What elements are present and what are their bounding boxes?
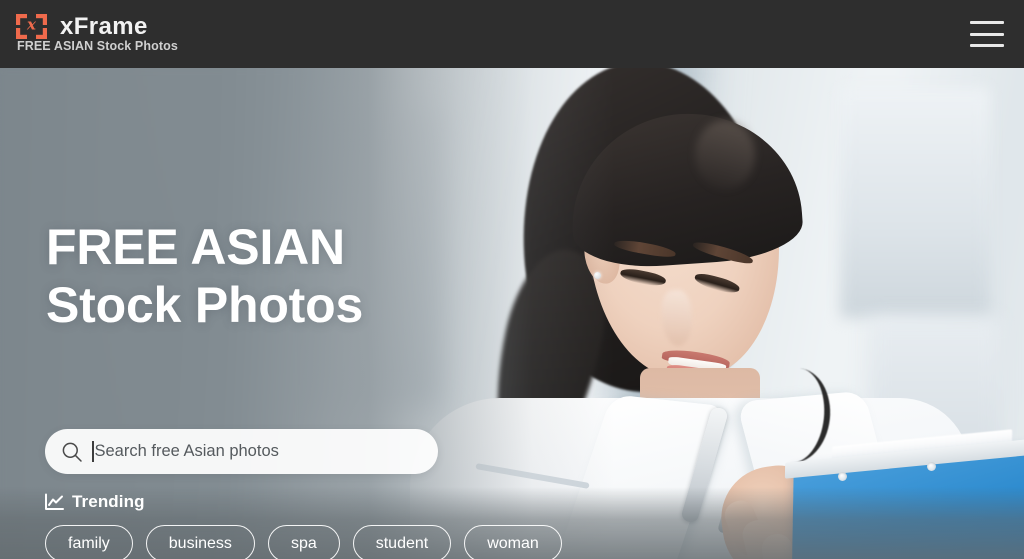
hero-content: FREE ASIAN Stock Photos Search free Asia… [0,68,1024,559]
brand-tagline: FREE ASIAN Stock Photos [17,39,178,54]
brand-name: xFrame [60,12,148,40]
page-title: FREE ASIAN Stock Photos [46,218,363,334]
tag-family[interactable]: family [45,525,133,559]
trending-header: Trending [44,492,145,512]
tag-business[interactable]: business [145,525,255,559]
site-header: x xFrame FREE ASIAN Stock Photos [0,0,1024,68]
hamburger-bar-3 [970,44,1004,47]
hamburger-menu-icon[interactable] [970,21,1004,47]
hamburger-bar-2 [970,32,1004,36]
trending-chart-icon [44,493,64,511]
headline-line-1: FREE ASIAN [46,219,345,275]
trending-label: Trending [72,492,145,511]
search-input[interactable] [94,442,422,461]
hero-banner: FREE ASIAN Stock Photos Search free Asia… [0,68,1024,559]
tag-student[interactable]: student [352,525,452,559]
tag-woman[interactable]: woman [464,525,562,559]
page-root: x xFrame FREE ASIAN Stock Photos FREE AS… [0,0,1024,559]
search-icon [61,441,83,463]
brand-logo[interactable]: x xFrame FREE ASIAN Stock Photos [16,14,178,54]
tag-spa[interactable]: spa [267,525,340,559]
search-bar[interactable] [45,429,438,474]
brand-row: x xFrame [16,12,178,40]
text-cursor-caret [92,441,94,462]
svg-text:x: x [26,16,37,34]
trending-tag-list: family business spa student woman [45,525,562,559]
hamburger-bar-1 [970,21,1004,24]
headline-line-2: Stock Photos [46,277,364,333]
crop-frame-x-icon: x [16,14,52,40]
